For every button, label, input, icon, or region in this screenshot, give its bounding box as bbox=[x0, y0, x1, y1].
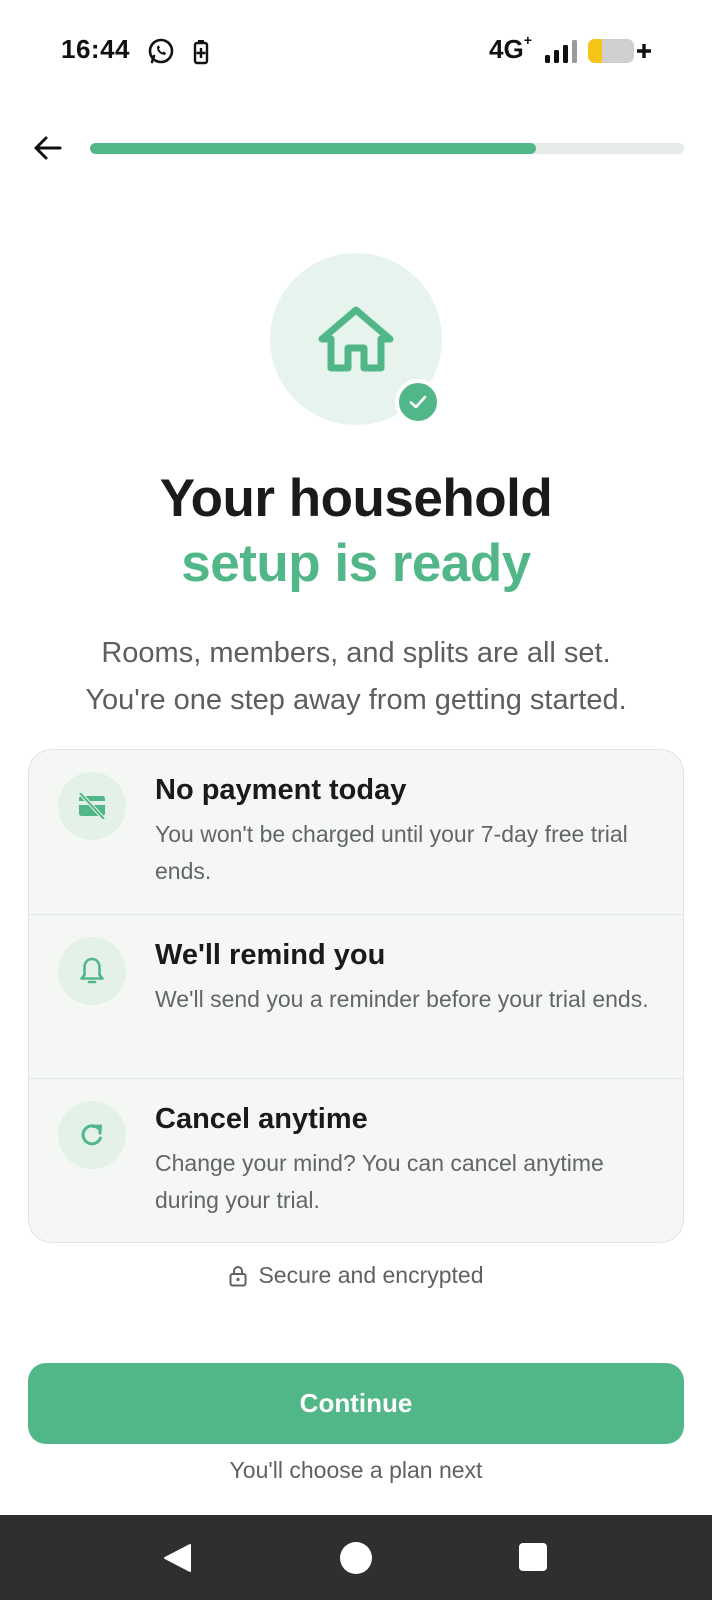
feature-description: We'll send you a reminder before your tr… bbox=[155, 986, 649, 1012]
lock-icon bbox=[229, 1265, 247, 1286]
network-type: 4G+ bbox=[489, 32, 532, 64]
page-title: Your household bbox=[159, 469, 553, 528]
page-subtitle: Rooms, members, and splits are all set. … bbox=[85, 637, 627, 716]
home-icon bbox=[318, 306, 394, 372]
next-step-hint: You'll choose a plan next bbox=[229, 1457, 483, 1483]
feature-title: We'll remind you bbox=[155, 939, 386, 971]
battery-icon bbox=[588, 39, 651, 63]
no-card-icon bbox=[79, 793, 105, 819]
feature-description: You won't be charged until your 7-day fr… bbox=[155, 821, 628, 884]
feature-icon-container bbox=[58, 1101, 126, 1169]
feature-icon-container bbox=[58, 772, 126, 840]
check-badge bbox=[395, 379, 441, 425]
feature-item-reminder: We'll remind you We'll send you a remind… bbox=[29, 914, 683, 1078]
whatsapp-icon bbox=[148, 38, 174, 64]
bell-icon bbox=[80, 957, 104, 984]
feature-item-cancel: Cancel anytime Change your mind? You can… bbox=[29, 1078, 683, 1242]
check-icon bbox=[409, 395, 427, 409]
page-title-highlight: setup is ready bbox=[181, 534, 531, 593]
continue-button[interactable]: Continue bbox=[28, 1363, 684, 1444]
secure-text: Secure and encrypted bbox=[258, 1262, 484, 1288]
trial-features-card: No payment today You won't be charged un… bbox=[28, 749, 684, 1243]
feature-item-no-payment: No payment today You won't be charged un… bbox=[29, 750, 683, 914]
arrow-left-icon bbox=[34, 136, 62, 160]
nav-recents-icon[interactable] bbox=[519, 1543, 547, 1571]
secure-note: Secure and encrypted bbox=[0, 1262, 712, 1289]
battery-saver-icon bbox=[193, 40, 209, 65]
progress-bar-fill bbox=[90, 143, 536, 154]
feature-icon-container bbox=[58, 937, 126, 1005]
feature-title: Cancel anytime bbox=[155, 1103, 368, 1135]
back-button[interactable] bbox=[28, 128, 68, 168]
status-time: 16:44 bbox=[61, 34, 130, 64]
nav-home-icon[interactable] bbox=[340, 1542, 372, 1574]
system-nav-bar bbox=[0, 1515, 712, 1600]
status-bar: 16:44 4G+ bbox=[0, 0, 712, 100]
feature-title: No payment today bbox=[155, 774, 407, 806]
signal-icon bbox=[545, 40, 577, 63]
progress-bar bbox=[90, 143, 684, 154]
feature-description: Change your mind? You can cancel anytime… bbox=[155, 1150, 604, 1213]
nav-back-icon[interactable] bbox=[162, 1542, 194, 1574]
refresh-icon bbox=[81, 1124, 102, 1146]
